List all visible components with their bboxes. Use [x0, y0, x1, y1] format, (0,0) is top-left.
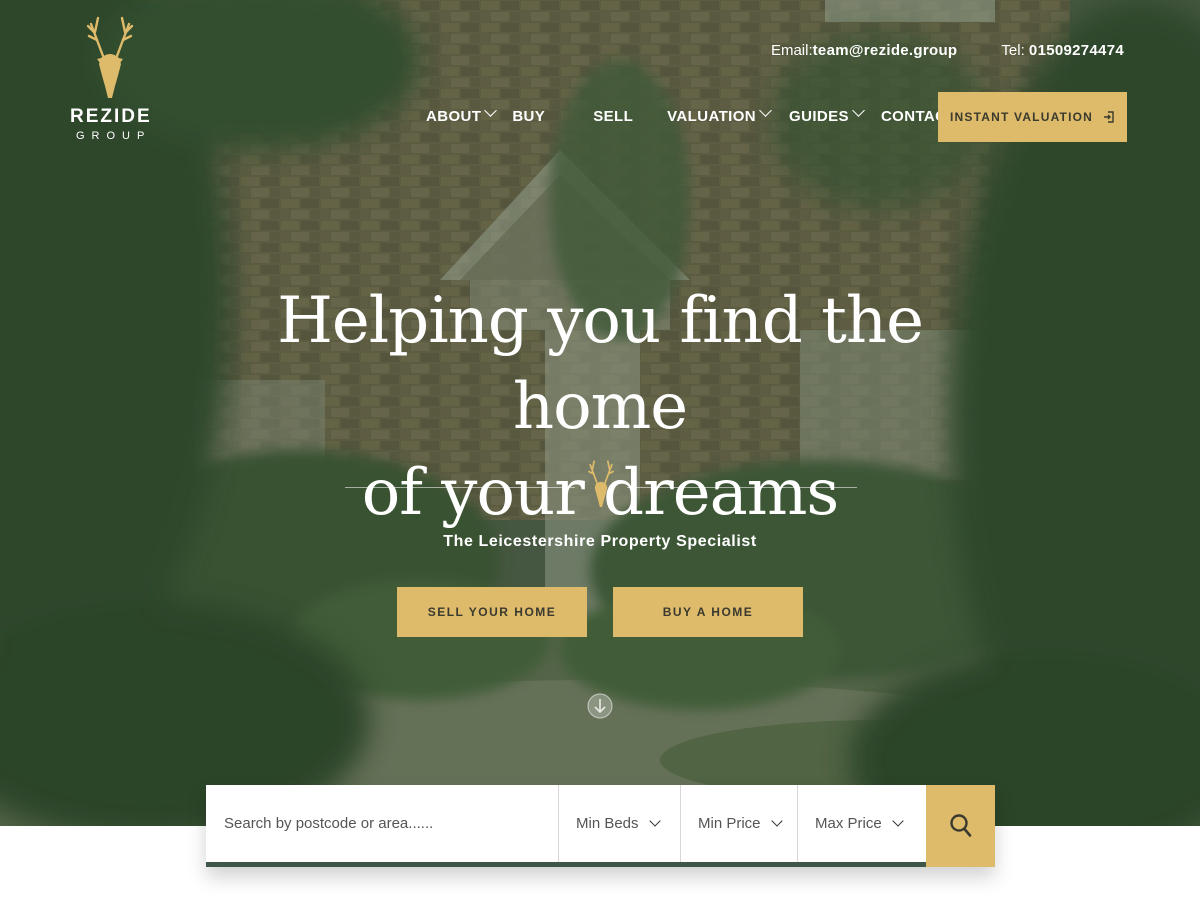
sell-your-home-button[interactable]: SELL YOUR HOME [397, 587, 587, 637]
email-contact[interactable]: Email:team@rezide.group [771, 42, 957, 59]
min-beds-label: Min Beds [576, 815, 639, 832]
nav-item-valuation[interactable]: VALUATION [667, 104, 772, 125]
divider-line-left [345, 487, 575, 488]
brand-name: REZIDE [70, 106, 152, 127]
phone-label: Tel: [1001, 42, 1029, 59]
scroll-down-icon[interactable] [587, 690, 613, 722]
max-price-label: Max Price [815, 815, 882, 832]
email-label: Email: [770, 42, 813, 59]
search-icon [949, 814, 971, 837]
contact-info: Email:team@rezide.group Tel: 01509274474 [771, 42, 1124, 59]
nav-item-buy[interactable]: BUY [512, 108, 545, 125]
hero-section: REZIDE GROUP Email:team@rezide.group Tel… [0, 0, 1200, 826]
nav-item-label: BUY [512, 108, 546, 125]
search-input[interactable] [206, 785, 558, 862]
min-beds-select[interactable]: Min Beds [558, 785, 680, 862]
divider-line-right [627, 487, 857, 488]
nav-item-about[interactable]: ABOUT [426, 104, 498, 125]
phone-contact[interactable]: Tel: 01509274474 [1001, 42, 1124, 59]
nav-item-label: VALUATION [667, 108, 757, 125]
hero-tagline: The Leicestershire Property Specialist [443, 533, 757, 550]
min-price-select[interactable]: Min Price [680, 785, 797, 862]
chevron-down-icon [648, 815, 661, 827]
stag-divider [345, 457, 857, 507]
sign-in-icon [1104, 111, 1114, 123]
main-nav: ABOUT BUY SELL VALUATION GUIDES CONTACT [426, 104, 956, 125]
brand-logo[interactable]: REZIDE GROUP [70, 14, 150, 146]
instant-valuation-label: INSTANT VALUATION [949, 110, 1094, 124]
nav-item-guides[interactable]: GUIDES [789, 104, 865, 125]
min-price-label: Min Price [698, 815, 761, 832]
nav-item-label: ABOUT [426, 108, 482, 125]
nav-item-label: SELL [593, 108, 634, 125]
stag-head-icon [588, 460, 614, 507]
stag-head-icon [86, 16, 134, 98]
search-button[interactable] [926, 785, 995, 867]
nav-item-sell[interactable]: SELL [593, 108, 633, 125]
chevron-down-icon [892, 815, 904, 827]
property-search-bar: Min Beds Min Price Max Price [206, 785, 995, 867]
max-price-select[interactable]: Max Price [797, 785, 926, 862]
brand-subtitle: GROUP [76, 130, 152, 142]
chevron-down-icon [770, 815, 783, 827]
email-link[interactable]: team@rezide.group [813, 42, 958, 59]
phone-link[interactable]: 01509274474 [1029, 42, 1124, 59]
headline-line-1: Helping you find the home [277, 284, 924, 444]
instant-valuation-button[interactable]: INSTANT VALUATION [938, 92, 1127, 142]
nav-item-label: GUIDES [789, 108, 849, 125]
buy-a-home-button[interactable]: BUY A HOME [613, 587, 803, 637]
